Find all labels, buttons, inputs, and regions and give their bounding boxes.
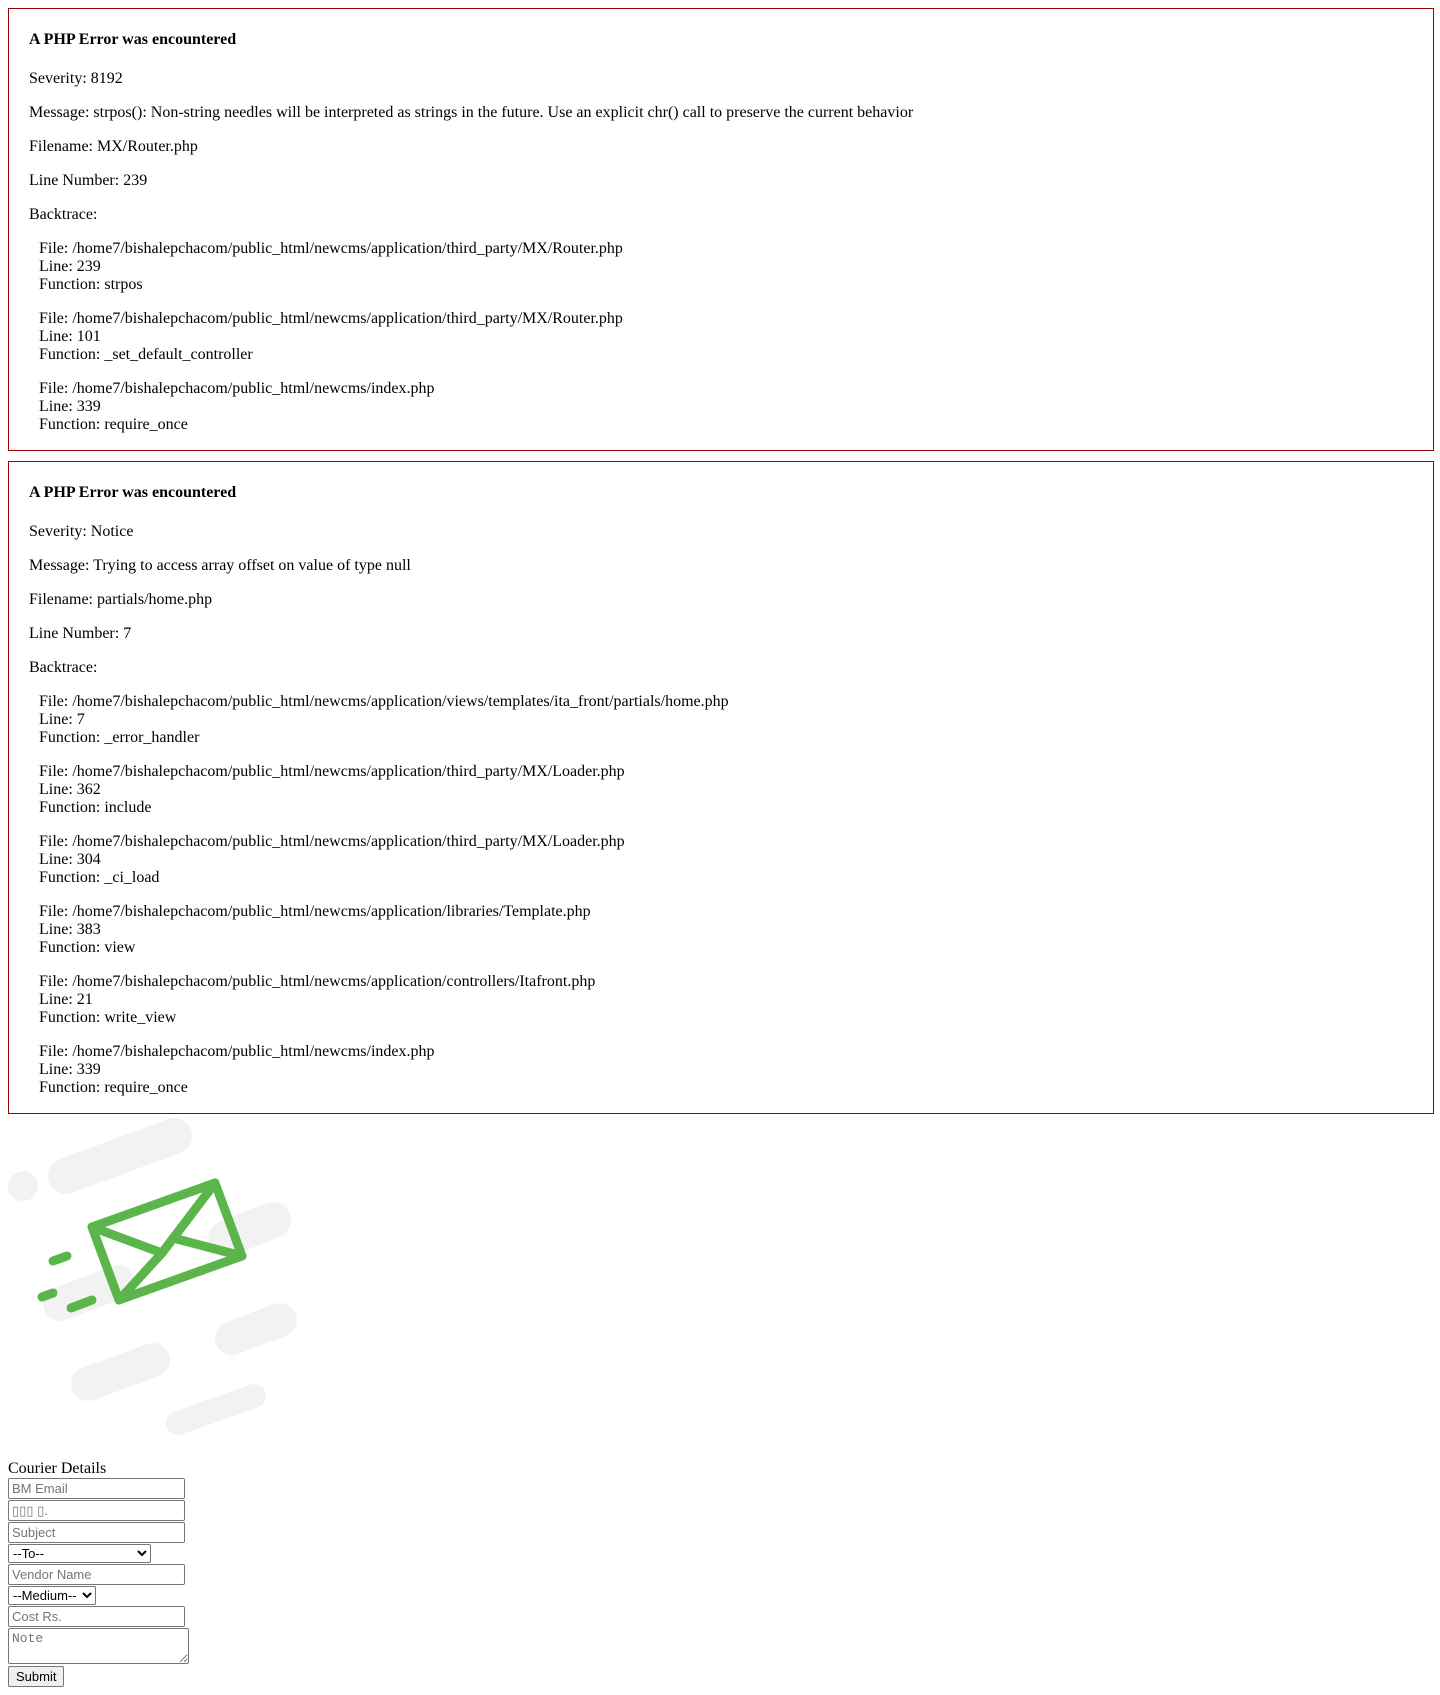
error-heading: A PHP Error was encountered xyxy=(29,31,237,48)
trace-function: Function: require_once xyxy=(39,416,188,433)
error-filename: Filename: MX/Router.php xyxy=(29,138,198,155)
php-error-box-2: A PHP Error was encountered Severity: No… xyxy=(8,461,1434,1114)
form-title: Courier Details xyxy=(8,1460,107,1477)
vendor-name-input[interactable] xyxy=(8,1564,185,1585)
error-message: Message: Trying to access array offset o… xyxy=(29,557,411,574)
backtrace-entry: File: /home7/bishalepchacom/public_html/… xyxy=(39,693,1433,747)
trace-function: Function: _error_handler xyxy=(39,729,200,746)
backtrace-entry: File: /home7/bishalepchacom/public_html/… xyxy=(39,1043,1433,1097)
error-line-number: Line Number: 239 xyxy=(29,172,148,189)
courier-form: Courier Details --To-- --Medium-- Submit xyxy=(8,1460,1432,1687)
submit-button[interactable]: Submit xyxy=(8,1666,65,1687)
trace-line: Line: 339 xyxy=(39,398,101,415)
error-filename: Filename: partials/home.php xyxy=(29,591,213,608)
subject-input[interactable] xyxy=(8,1522,185,1543)
trace-file: File: /home7/bishalepchacom/public_html/… xyxy=(39,763,625,780)
trace-function: Function: require_once xyxy=(39,1079,188,1096)
backtrace-entry: File: /home7/bishalepchacom/public_html/… xyxy=(39,903,1433,957)
note-textarea[interactable] xyxy=(8,1628,189,1664)
backtrace-entry: File: /home7/bishalepchacom/public_html/… xyxy=(39,833,1433,887)
flying-envelope-icon xyxy=(8,1118,297,1435)
backtrace-list: File: /home7/bishalepchacom/public_html/… xyxy=(29,240,1433,434)
trace-function: Function: view xyxy=(39,939,136,956)
error-severity: Severity: 8192 xyxy=(29,70,123,87)
trace-file: File: /home7/bishalepchacom/public_html/… xyxy=(39,973,596,990)
backtrace-label: Backtrace: xyxy=(29,659,98,676)
error-line-number: Line Number: 7 xyxy=(29,625,132,642)
php-error-box-1: A PHP Error was encountered Severity: 81… xyxy=(8,8,1434,451)
backtrace-label: Backtrace: xyxy=(29,206,98,223)
error-heading: A PHP Error was encountered xyxy=(29,484,237,501)
trace-function: Function: write_view xyxy=(39,1009,177,1026)
trace-line: Line: 362 xyxy=(39,781,101,798)
trace-line: Line: 101 xyxy=(39,328,101,345)
trace-line: Line: 304 xyxy=(39,851,101,868)
backtrace-entry: File: /home7/bishalepchacom/public_html/… xyxy=(39,973,1433,1027)
medium-select[interactable]: --Medium-- xyxy=(8,1586,96,1605)
trace-file: File: /home7/bishalepchacom/public_html/… xyxy=(39,1043,435,1060)
trace-function: Function: strpos xyxy=(39,276,143,293)
trace-file: File: /home7/bishalepchacom/public_html/… xyxy=(39,693,729,710)
cost-input[interactable] xyxy=(8,1606,185,1627)
trace-line: Line: 339 xyxy=(39,1061,101,1078)
trace-function: Function: include xyxy=(39,799,152,816)
to-select[interactable]: --To-- xyxy=(8,1544,151,1563)
backtrace-entry: File: /home7/bishalepchacom/public_html/… xyxy=(39,240,1433,294)
trace-function: Function: _set_default_controller xyxy=(39,346,253,363)
trace-file: File: /home7/bishalepchacom/public_html/… xyxy=(39,903,591,920)
backtrace-entry: File: /home7/bishalepchacom/public_html/… xyxy=(39,310,1433,364)
trace-file: File: /home7/bishalepchacom/public_html/… xyxy=(39,310,623,327)
trace-line: Line: 383 xyxy=(39,921,101,938)
error-message: Message: strpos(): Non-string needles wi… xyxy=(29,104,914,121)
trace-function: Function: _ci_load xyxy=(39,869,160,886)
backtrace-list: File: /home7/bishalepchacom/public_html/… xyxy=(29,693,1433,1097)
backtrace-entry: File: /home7/bishalepchacom/public_html/… xyxy=(39,763,1433,817)
trace-line: Line: 239 xyxy=(39,258,101,275)
trace-line: Line: 21 xyxy=(39,991,93,1008)
trace-file: File: /home7/bishalepchacom/public_html/… xyxy=(39,380,435,397)
trace-line: Line: 7 xyxy=(39,711,85,728)
dot-decoration xyxy=(8,1171,38,1201)
number-input[interactable] xyxy=(8,1500,185,1521)
trace-file: File: /home7/bishalepchacom/public_html/… xyxy=(39,240,623,257)
error-severity: Severity: Notice xyxy=(29,523,134,540)
trace-file: File: /home7/bishalepchacom/public_html/… xyxy=(39,833,625,850)
backtrace-entry: File: /home7/bishalepchacom/public_html/… xyxy=(39,380,1433,434)
bm-email-input[interactable] xyxy=(8,1478,185,1499)
